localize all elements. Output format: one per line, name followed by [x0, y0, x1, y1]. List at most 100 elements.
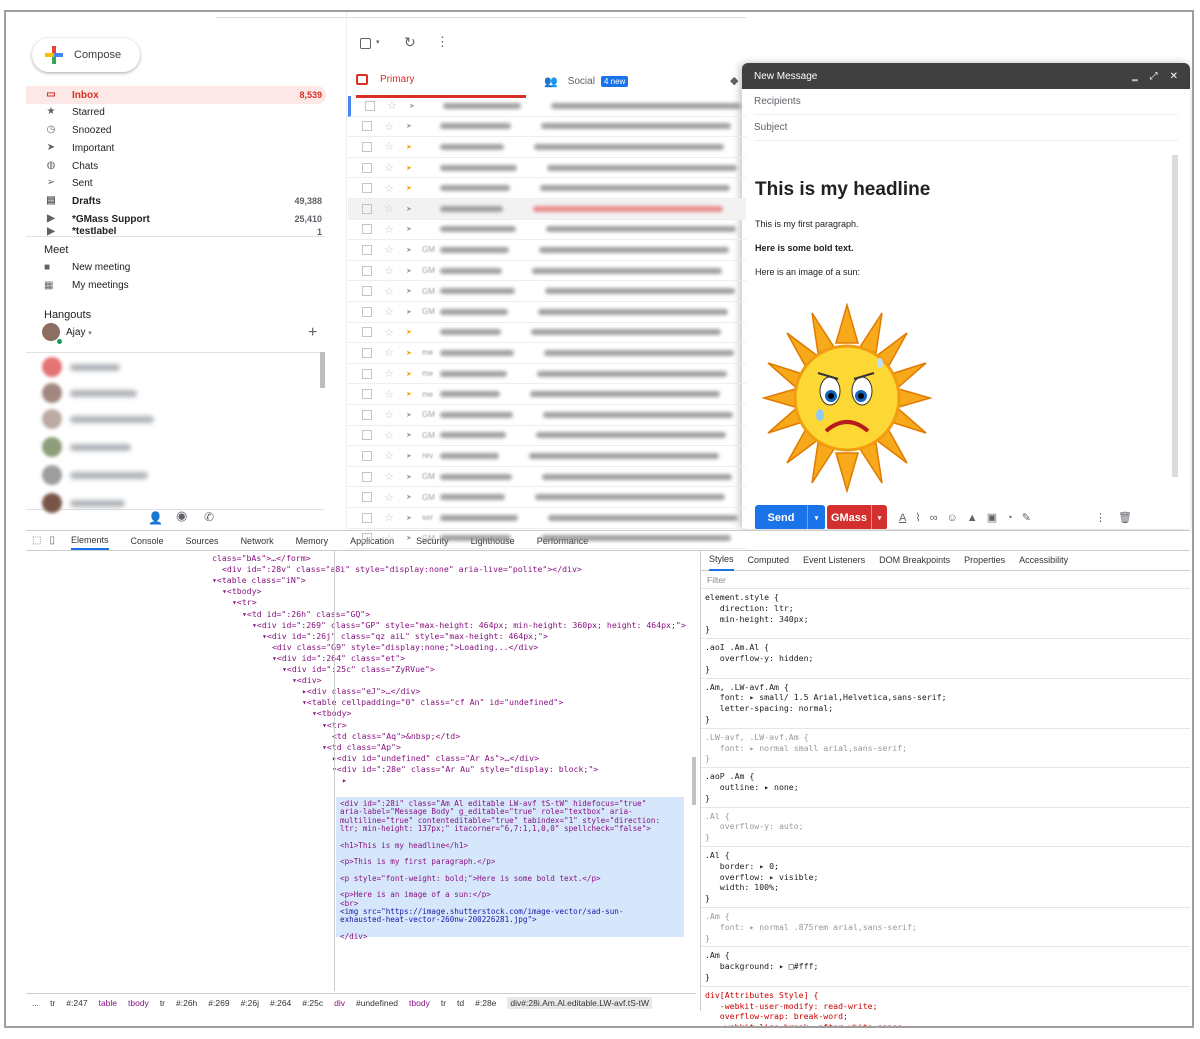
tab-properties[interactable]: Properties [964, 555, 1005, 566]
drive-icon[interactable]: ▲ [967, 512, 978, 524]
important-icon[interactable]: ➤ [406, 390, 416, 398]
row-checkbox[interactable] [362, 347, 372, 358]
breadcrumb-item[interactable]: #:26j [241, 998, 259, 1008]
row-checkbox[interactable] [362, 430, 372, 441]
selected-dom-node[interactable]: <h1>This is my headline</h1> [340, 841, 468, 850]
table-row[interactable]: ☆ ➤ GM [348, 261, 746, 282]
chevron-down-icon[interactable]: ▾ [376, 38, 380, 46]
row-checkbox[interactable] [362, 533, 372, 544]
tab-primary[interactable]: Primary [356, 64, 526, 98]
important-icon[interactable]: ➤ [406, 267, 416, 275]
dom-node[interactable]: class="bAs">…</form> [212, 553, 311, 564]
gmass-options-icon[interactable]: ▾ [871, 505, 887, 529]
confidential-icon[interactable]: ◔ [1006, 512, 1013, 524]
row-checkbox[interactable] [362, 162, 372, 173]
star-icon[interactable]: ☆ [384, 202, 396, 215]
selected-dom-node[interactable]: <p style="font-weight: bold;">Here is so… [340, 874, 601, 883]
table-row[interactable]: ☆ ➤ [348, 96, 746, 117]
star-icon[interactable]: ☆ [384, 388, 396, 401]
css-rule[interactable]: .Al { overflow-y: auto; } [701, 808, 1190, 847]
css-rule[interactable]: .LW-avf, .LW-avf.Am { font: ▸ normal sma… [701, 729, 1190, 769]
breadcrumb-item[interactable]: tr [50, 998, 55, 1008]
important-icon[interactable]: ➤ [406, 205, 416, 213]
css-rule[interactable]: .Am, .LW-avf.Am { font: ▸ small/ 1.5 Ari… [701, 679, 1190, 729]
important-icon[interactable]: ➤ [406, 534, 416, 542]
css-rule[interactable]: .aoP .Am { outline: ▸ none; } [701, 768, 1190, 808]
breadcrumb-item[interactable]: table [99, 998, 117, 1008]
table-row[interactable]: ☆ ➤ [348, 158, 746, 179]
selected-dom-node[interactable]: exhausted-heat-vector-260nw-200226281.jp… [340, 915, 537, 924]
important-icon[interactable]: ➤ [406, 287, 416, 295]
trash-icon[interactable]: 🗑 [1118, 511, 1132, 524]
more-vert-icon[interactable]: ⋮ [436, 34, 449, 50]
tab-accessibility[interactable]: Accessibility [1019, 555, 1068, 566]
breadcrumb-item[interactable]: #:247 [66, 998, 87, 1008]
dom-scrollbar[interactable] [334, 551, 335, 991]
star-icon[interactable]: ☆ [384, 470, 396, 483]
row-checkbox[interactable] [362, 389, 372, 400]
star-icon[interactable]: ☆ [384, 140, 396, 153]
important-icon[interactable]: ➤ [406, 370, 416, 378]
my-meetings-link[interactable]: ▦ My meetings [44, 280, 129, 291]
sidebar-item-chats[interactable]: ◍ Chats [26, 157, 326, 175]
table-row[interactable]: ☆ ➤ [348, 178, 746, 199]
star-icon[interactable]: ☆ [384, 243, 396, 256]
dom-node[interactable]: ▾<table cellpadding="0" class="cf An" id… [302, 697, 563, 708]
subject-field[interactable]: Subject [754, 115, 1178, 141]
hangouts-user[interactable]: Ajay ▾ [66, 327, 92, 338]
table-row[interactable]: ☆ ➤ rev [348, 446, 746, 467]
table-row[interactable]: ☆ ➤ ser [348, 508, 746, 529]
dom-node[interactable]: ▾<tbody> [222, 586, 261, 597]
table-row[interactable]: ☆ ➤ GM [348, 487, 746, 508]
gmass-button[interactable]: GMass [827, 505, 871, 529]
table-row[interactable]: ☆ ➤ [348, 323, 746, 344]
sidebar-item-snoozed[interactable]: ◷ Snoozed [26, 121, 326, 139]
emoji-icon[interactable]: ☺ [947, 512, 958, 524]
important-icon[interactable]: ➤ [406, 164, 416, 172]
breadcrumb-item[interactable]: tr [160, 998, 165, 1008]
dom-node[interactable]: ▾<div id=":264" class="et"> [272, 653, 405, 664]
tab-dom-breakpoints[interactable]: DOM Breakpoints [879, 555, 950, 566]
row-checkbox[interactable] [362, 203, 372, 214]
star-icon[interactable]: ☆ [387, 99, 399, 112]
row-checkbox[interactable] [362, 121, 372, 132]
table-row[interactable]: ☆ ➤ GM [348, 302, 746, 323]
format-text-icon[interactable]: A [899, 512, 906, 524]
row-checkbox[interactable] [362, 471, 372, 482]
row-checkbox[interactable] [362, 327, 372, 338]
row-checkbox[interactable] [362, 409, 372, 420]
breadcrumb-item[interactable]: tr [441, 998, 446, 1008]
list-item[interactable] [42, 464, 322, 486]
dom-node[interactable]: ▾<div id=":28e" class="Ar Au" style="dis… [332, 764, 598, 775]
table-row[interactable]: ☆ ➤ GM [348, 240, 746, 261]
important-icon[interactable]: ➤ [406, 431, 416, 439]
important-icon[interactable]: ➤ [409, 102, 419, 110]
minimize-icon[interactable]: ‗ [1132, 71, 1138, 82]
attach-icon[interactable]: ⌇ [915, 511, 920, 524]
sidebar-item-starred[interactable]: ★ Starred [26, 103, 326, 121]
sidebar-item-drafts[interactable]: ▤ Drafts 49,388 [26, 192, 326, 210]
row-checkbox[interactable] [362, 368, 372, 379]
selected-dom-node[interactable]: <p>Here is an image of a sun:</p> [340, 890, 491, 899]
important-icon[interactable]: ➤ [406, 246, 416, 254]
sidebar-item-sent[interactable]: ➢ Sent [26, 174, 326, 192]
tab-styles[interactable]: Styles [709, 550, 734, 571]
list-item[interactable] [42, 436, 322, 458]
table-row[interactable]: ☆ ➤ [348, 220, 746, 241]
selected-dom-node[interactable]: </div> [340, 932, 367, 941]
compose-button[interactable]: Compose [32, 38, 140, 72]
star-icon[interactable]: ☆ [384, 120, 396, 133]
breadcrumb-item[interactable]: div [334, 998, 345, 1008]
important-icon[interactable]: ➤ [406, 493, 416, 501]
tab-console[interactable]: Console [131, 536, 164, 546]
device-toggle-icon[interactable]: ▯ [49, 535, 55, 546]
row-checkbox[interactable] [362, 450, 372, 461]
breadcrumb-item[interactable]: #undefined [356, 998, 398, 1008]
important-icon[interactable]: ➤ [406, 452, 416, 460]
breadcrumb-item[interactable]: #:26h [176, 998, 197, 1008]
important-icon[interactable]: ➤ [406, 514, 416, 522]
breadcrumb-item[interactable]: tbody [409, 998, 430, 1008]
star-icon[interactable]: ☆ [384, 161, 396, 174]
table-row[interactable]: ☆ ➤ GM [348, 426, 746, 447]
list-item[interactable] [42, 408, 322, 430]
